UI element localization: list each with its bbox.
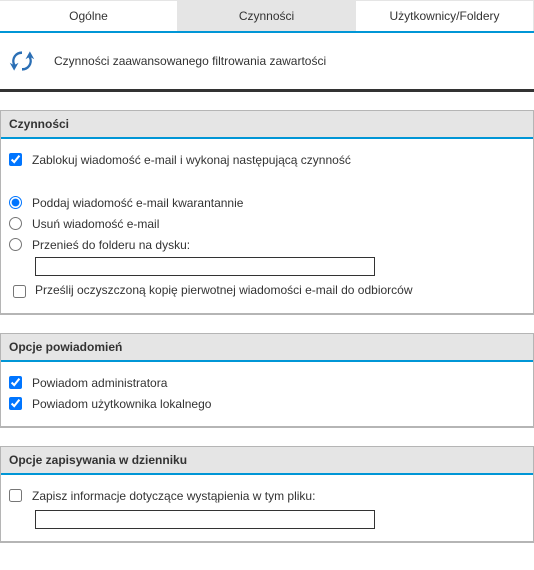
forward-clean-copy-label: Prześlij oczyszczoną kopię pierwotnej wi…	[35, 282, 413, 298]
log-file-path-input[interactable]	[35, 510, 375, 529]
block-email-label: Zablokuj wiadomość e-mail i wykonaj nast…	[32, 153, 351, 167]
refresh-icon	[8, 47, 36, 75]
block-email-checkbox[interactable]	[9, 153, 22, 166]
radio-quarantine-label: Poddaj wiadomość e-mail kwarantannie	[32, 196, 243, 210]
notify-admin-label: Powiadom administratora	[32, 376, 167, 390]
forward-clean-copy-row[interactable]: Prześlij oczyszczoną kopię pierwotnej wi…	[9, 282, 525, 301]
radio-delete-label: Usuń wiadomość e-mail	[32, 217, 159, 231]
page-title: Czynności zaawansowanego filtrowania zaw…	[54, 54, 326, 68]
section-notifications: Opcje powiadomień Powiadom administrator…	[0, 333, 534, 428]
forward-clean-copy-checkbox[interactable]	[13, 285, 26, 298]
section-actions: Czynności Zablokuj wiadomość e-mail i wy…	[0, 110, 534, 315]
section-notifications-title: Opcje powiadomień	[1, 334, 533, 362]
section-actions-title: Czynności	[1, 111, 533, 139]
radio-quarantine-row[interactable]: Poddaj wiadomość e-mail kwarantannie	[9, 192, 525, 213]
notify-admin-checkbox[interactable]	[9, 376, 22, 389]
notify-local-user-row[interactable]: Powiadom użytkownika lokalnego	[9, 393, 525, 414]
tab-bar: Ogólne Czynności Użytkownicy/Foldery	[0, 0, 534, 33]
notify-local-user-checkbox[interactable]	[9, 397, 22, 410]
section-logging: Opcje zapisywania w dzienniku Zapisz inf…	[0, 446, 534, 543]
radio-move-label: Przenieś do folderu na dysku:	[32, 238, 190, 252]
tab-users-folders[interactable]: Użytkownicy/Foldery	[356, 0, 534, 31]
save-log-row[interactable]: Zapisz informacje dotyczące wystąpienia …	[9, 485, 525, 506]
page-header: Czynności zaawansowanego filtrowania zaw…	[0, 33, 534, 92]
notify-admin-row[interactable]: Powiadom administratora	[9, 372, 525, 393]
save-log-label: Zapisz informacje dotyczące wystąpienia …	[32, 489, 315, 503]
radio-move-row[interactable]: Przenieś do folderu na dysku:	[9, 234, 525, 255]
radio-move[interactable]	[9, 238, 22, 251]
notify-local-user-label: Powiadom użytkownika lokalnego	[32, 397, 211, 411]
move-path-input[interactable]	[35, 257, 375, 276]
radio-quarantine[interactable]	[9, 196, 22, 209]
radio-delete[interactable]	[9, 217, 22, 230]
block-email-row[interactable]: Zablokuj wiadomość e-mail i wykonaj nast…	[9, 149, 525, 170]
save-log-checkbox[interactable]	[9, 489, 22, 502]
tab-actions[interactable]: Czynności	[178, 0, 356, 31]
tab-general[interactable]: Ogólne	[0, 0, 178, 31]
radio-delete-row[interactable]: Usuń wiadomość e-mail	[9, 213, 525, 234]
section-logging-title: Opcje zapisywania w dzienniku	[1, 447, 533, 475]
